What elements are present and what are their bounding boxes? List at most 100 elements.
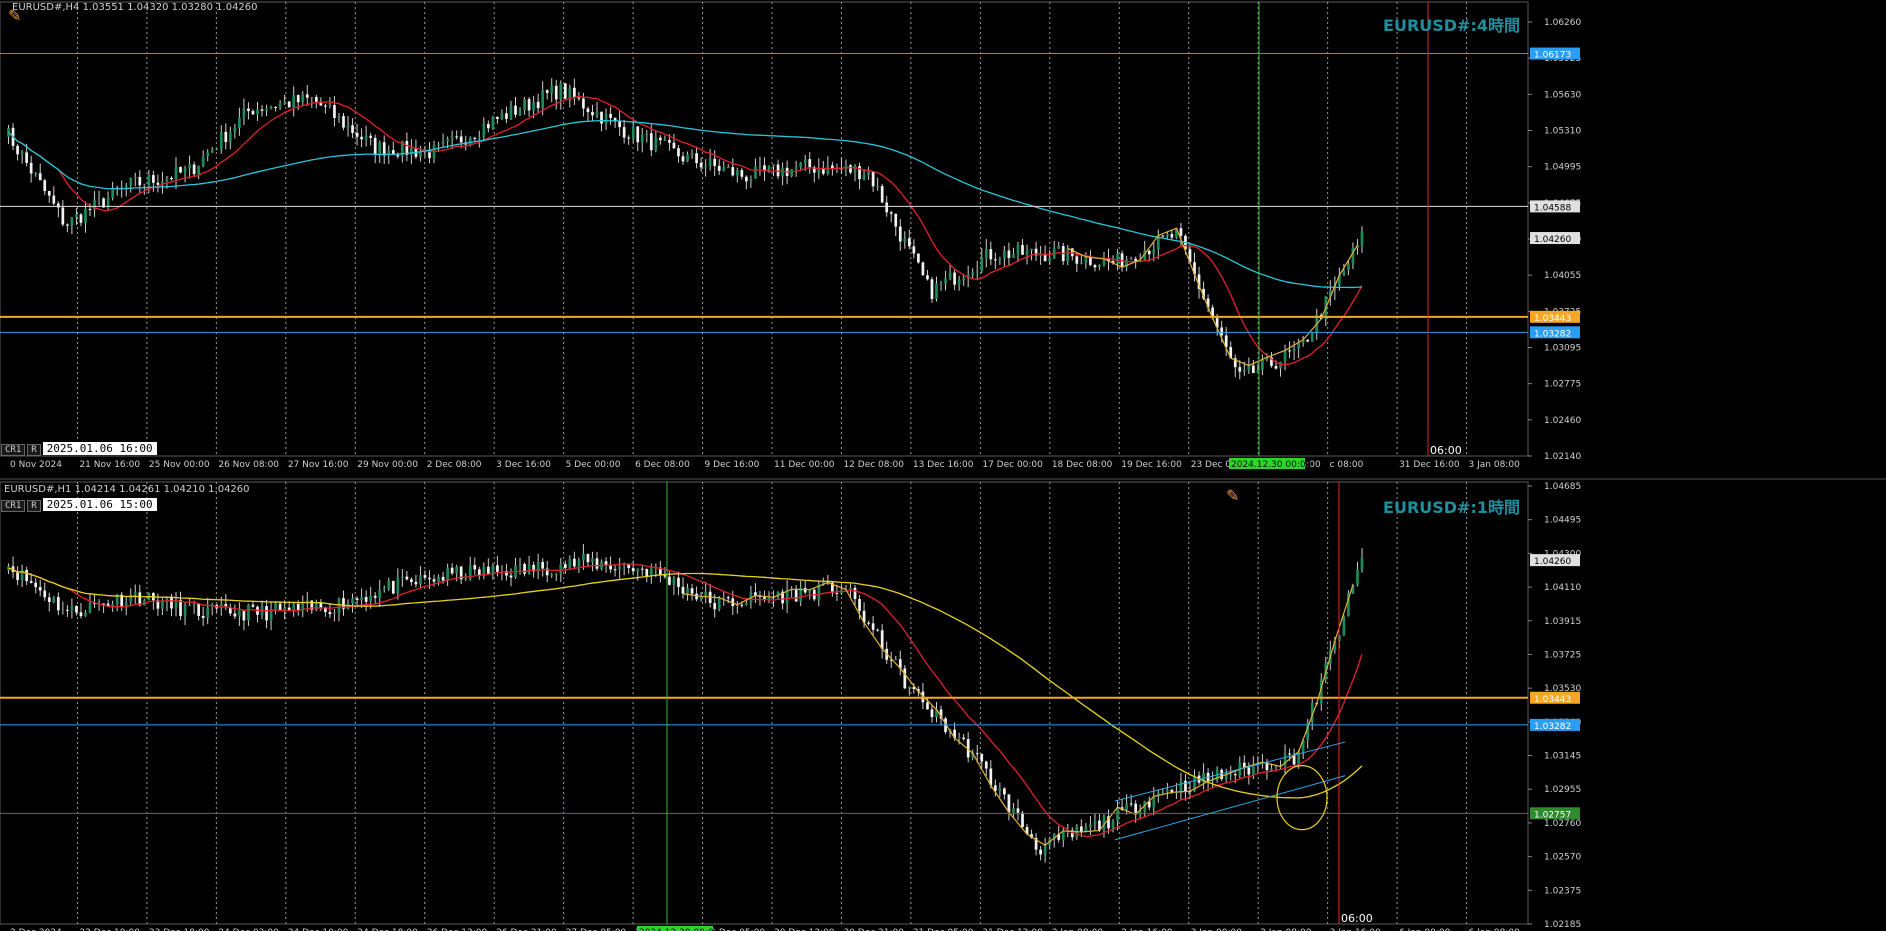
candle — [161, 601, 164, 609]
candle — [613, 569, 617, 571]
price-tag-label: 1.03282 — [1534, 722, 1571, 732]
time-tick-label: 6 Dec 08:00 — [635, 460, 690, 470]
price-tick-label: 1.03725 — [1544, 650, 1581, 660]
candle — [486, 124, 490, 129]
candle — [649, 133, 653, 151]
candle — [482, 124, 486, 138]
h4-chart-canvas[interactable]: 0 Nov 2024 21 Nov 16:00 25 Nov 00:00 26 Nov… — [0, 0, 1886, 478]
price-tag-label: 1.03282 — [1534, 329, 1571, 339]
candle — [351, 598, 354, 604]
candle — [201, 156, 205, 166]
candle — [38, 173, 42, 181]
candle — [1261, 359, 1264, 371]
candle — [523, 564, 526, 574]
candle — [713, 158, 717, 166]
candle — [43, 180, 47, 191]
candle — [446, 139, 449, 142]
candle — [704, 165, 707, 168]
candle — [355, 598, 359, 601]
candle — [79, 214, 83, 223]
candle — [455, 566, 459, 574]
candle — [1007, 794, 1011, 813]
candle — [310, 96, 314, 98]
candle — [677, 577, 680, 587]
time-tick-label: 2 Dec 08:00 — [427, 460, 482, 470]
candle — [188, 604, 191, 606]
pencil-tool-icon[interactable]: ✎ — [1226, 486, 1239, 505]
candle — [88, 208, 92, 210]
candle — [586, 553, 590, 563]
price-tick-label: 1.05310 — [1544, 127, 1581, 137]
candle — [735, 170, 739, 176]
candle — [518, 564, 522, 566]
candle — [1098, 264, 1101, 268]
candle — [183, 605, 187, 616]
r-badge[interactable]: R — [27, 500, 41, 512]
candle — [66, 609, 69, 611]
candle — [314, 602, 318, 610]
candle — [206, 607, 210, 618]
candle — [948, 272, 952, 279]
candle — [541, 561, 545, 569]
candle — [509, 105, 513, 119]
candle — [803, 159, 807, 163]
h1-datetime: 2025.01.06 15:00 — [42, 498, 157, 511]
candle — [514, 105, 517, 115]
price-tick-label: 1.02955 — [1544, 785, 1581, 795]
candle — [324, 105, 327, 107]
candle — [903, 668, 907, 689]
candle — [563, 564, 567, 568]
candle — [663, 575, 667, 577]
h1-chart-canvas[interactable]: 2 Dec 202423 Dec 10:0023 Dec 18:0024 Dec… — [0, 480, 1886, 931]
pencil-tool-icon[interactable]: ✎ — [8, 6, 21, 25]
candle — [686, 588, 689, 594]
candle — [573, 87, 576, 98]
price-tick-label: 1.04495 — [1544, 516, 1581, 526]
candle — [133, 177, 137, 179]
candle — [505, 113, 508, 119]
time-tick-label: 5 Dec 00:00 — [566, 460, 621, 470]
candle — [287, 607, 291, 611]
candle — [1066, 248, 1070, 262]
candle — [677, 148, 680, 157]
candle — [1043, 845, 1047, 855]
candle — [518, 110, 522, 115]
ma-yellow-line — [8, 567, 1363, 799]
candle — [1252, 365, 1255, 373]
candle — [935, 283, 938, 300]
candle — [907, 686, 911, 689]
candle — [1152, 249, 1156, 255]
h1-chart-panel[interactable]: 2 Dec 202423 Dec 10:0023 Dec 18:0024 Dec… — [0, 480, 1886, 931]
candle — [1242, 370, 1246, 372]
candle — [998, 788, 1002, 791]
r-badge[interactable]: R — [27, 444, 41, 456]
candle — [962, 737, 966, 740]
candle — [554, 573, 558, 575]
time-tick-label: c 08:00 — [1330, 460, 1364, 470]
candle — [75, 606, 78, 613]
candle — [971, 272, 975, 275]
candle — [260, 109, 264, 111]
candle — [573, 558, 576, 567]
candle — [957, 280, 961, 285]
candle — [586, 108, 590, 113]
candle — [1030, 248, 1033, 251]
candle — [930, 279, 934, 300]
price-tick-label: 1.04995 — [1544, 163, 1581, 173]
candle — [1297, 342, 1300, 349]
plot-frame — [0, 481, 1529, 925]
candle — [238, 117, 241, 128]
candle — [147, 175, 151, 185]
time-tick-label: 3 Jan 08:00 — [1469, 460, 1521, 470]
time-tick-label: 0 Nov 2024 — [10, 460, 62, 470]
h4-chart-panel[interactable]: 0 Nov 2024 21 Nov 16:00 25 Nov 00:00 26 Nov… — [0, 0, 1886, 470]
cr1-badge[interactable]: CR1 — [1, 500, 26, 512]
candle — [400, 576, 404, 578]
candle — [179, 599, 182, 616]
candle — [47, 190, 51, 196]
candle — [423, 575, 427, 578]
candle — [1170, 234, 1174, 238]
candle — [622, 564, 626, 567]
cr1-badge[interactable]: CR1 — [1, 444, 26, 456]
candle — [360, 136, 363, 140]
